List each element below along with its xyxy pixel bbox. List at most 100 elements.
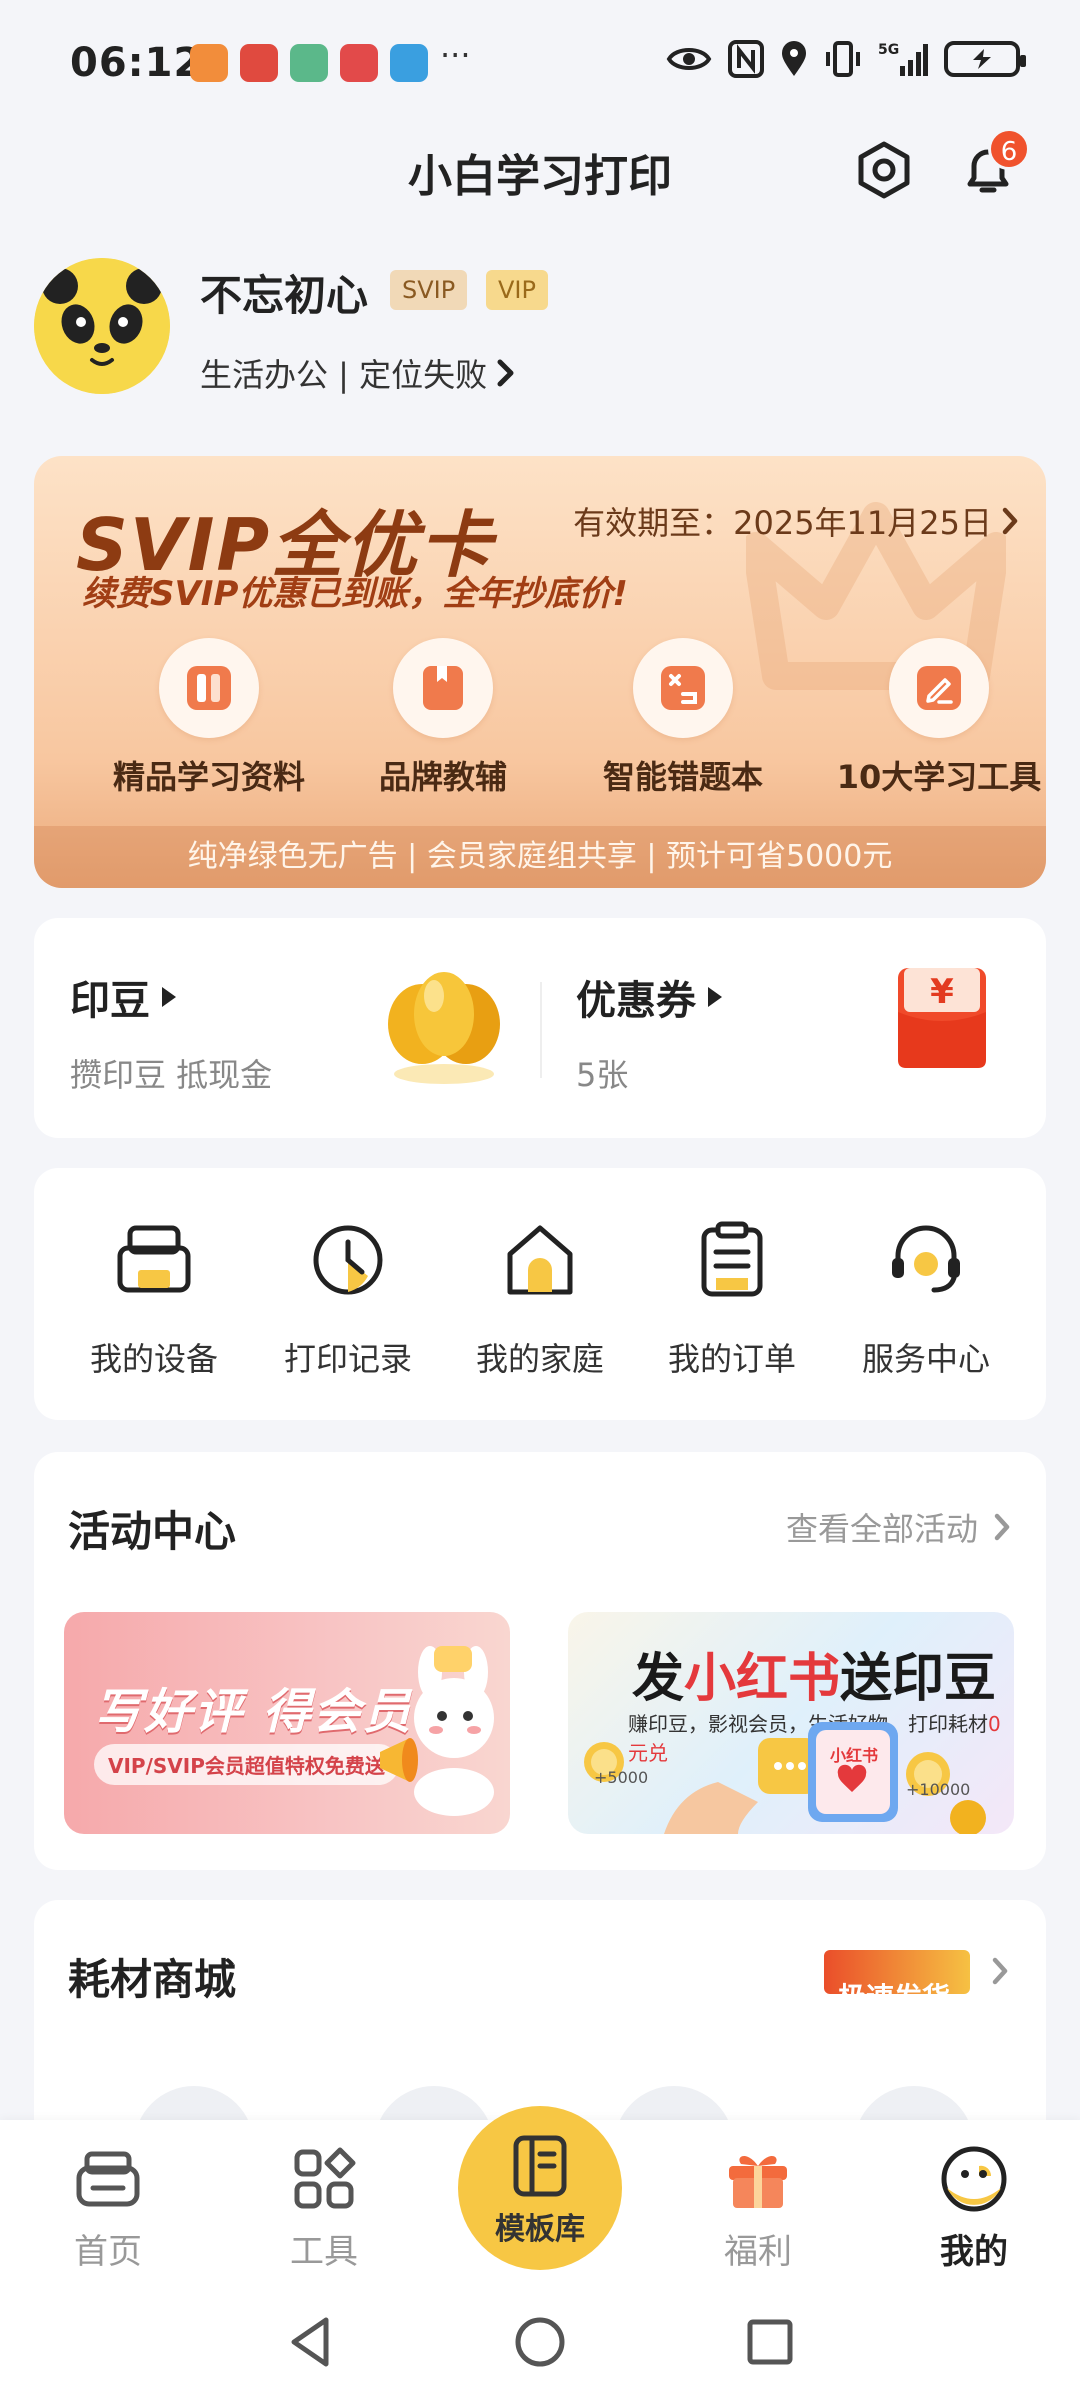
svip-expiry-link[interactable]: 有效期至：2025年11月25日: [573, 498, 1020, 544]
home-circle-icon[interactable]: [512, 2314, 568, 2370]
shop-title: 耗材商城: [68, 1955, 237, 2004]
wrong-question-icon: [661, 666, 705, 710]
feature-label: 10大学习工具: [836, 758, 1042, 796]
nav-label: 福利: [724, 2232, 792, 2272]
profile-location-link[interactable]: 生活办公 | 定位失败: [200, 350, 517, 396]
beans-title: 印豆: [70, 978, 150, 1024]
xiaohongshu-banner-title: 发小红书送印豆: [632, 1636, 996, 1711]
nav-label: 首页: [74, 2232, 142, 2272]
feature-label: 精品学习资料: [112, 758, 305, 796]
nav-tools[interactable]: 工具: [244, 2144, 404, 2273]
nav-label: 工具: [290, 2232, 358, 2272]
nav-label: 模板库: [495, 2212, 585, 2247]
quick-my-device[interactable]: 我的设备: [54, 1220, 254, 1380]
avatar[interactable]: [34, 258, 170, 394]
status-time: 06:12: [70, 40, 203, 86]
quick-service-center[interactable]: 服务中心: [826, 1220, 1026, 1380]
triangle-right-icon: [708, 987, 722, 1007]
quick-label: 服务中心: [861, 1340, 990, 1378]
settings-button[interactable]: [852, 138, 916, 202]
beans-link[interactable]: 印豆: [70, 968, 176, 1026]
feature-wrong-questions[interactable]: 智能错题本: [578, 638, 788, 798]
eye-icon: [666, 48, 712, 70]
printer-icon: [117, 1225, 191, 1293]
quick-print-records[interactable]: 打印记录: [248, 1220, 448, 1380]
status-app-icons: [190, 44, 428, 82]
quick-actions-card: 我的设备 打印记录 我的家庭 我的订单 服务中心: [34, 1168, 1046, 1420]
gift-icon: [729, 2155, 787, 2208]
feature-icon-wrap: [633, 638, 733, 738]
feature-study-materials[interactable]: 精品学习资料: [104, 638, 314, 798]
svip-card[interactable]: SVIP全优卡 有效期至：2025年11月25日 续费SVIP优惠已到账，全年抄…: [34, 456, 1046, 888]
nav-label: 我的: [940, 2232, 1008, 2272]
app-notification-icon: [240, 44, 278, 82]
printer-nav-icon: [76, 2151, 140, 2207]
coupons-count: 5张: [576, 1056, 629, 1094]
beans-subtitle: 攒印豆 抵现金: [70, 1056, 273, 1094]
vip-badge: VIP: [486, 270, 548, 310]
chevron-right-icon: [1002, 507, 1018, 535]
coupon-symbol: ¥: [930, 972, 954, 1012]
triangle-right-icon: [162, 987, 176, 1007]
phone-app-label: 小红书: [830, 1746, 879, 1765]
system-navigation-bar: [0, 2280, 1080, 2398]
svip-expiry: 有效期至：2025年11月25日: [573, 504, 992, 542]
banner-title-highlight: 小红书: [684, 1649, 841, 1709]
status-bar: 06:12 ··· 5G: [0, 0, 1080, 130]
coupons-title: 优惠券: [576, 978, 696, 1024]
notification-count-badge: 6: [988, 128, 1030, 170]
recents-square-icon[interactable]: [744, 2316, 796, 2368]
xiaohongshu-banner[interactable]: 发小红书送印豆 赚印豆，影视会员，生活好物，打印耗材0元兑 +5000 +100…: [568, 1612, 1014, 1834]
nav-mine[interactable]: 我的: [894, 2144, 1054, 2273]
banner-title-part: 发: [632, 1649, 685, 1709]
app-notification-icon: [290, 44, 328, 82]
clipboard-icon: [701, 1221, 763, 1297]
feature-learning-tools[interactable]: 10大学习工具: [834, 638, 1044, 798]
chevron-right-icon[interactable]: [990, 1956, 1010, 1986]
coupons-link[interactable]: 优惠券: [576, 968, 722, 1026]
nfc-icon: [728, 40, 764, 78]
page-title: 小白学习打印: [408, 151, 672, 202]
quick-label: 我的家庭: [475, 1340, 604, 1378]
feature-icon-wrap: [393, 638, 493, 738]
feature-label: 品牌教辅: [378, 758, 507, 796]
edit-icon: [917, 666, 961, 710]
profile-subtitle: 生活办公 | 定位失败: [200, 356, 488, 394]
svip-badge: SVIP: [390, 270, 468, 310]
banner-title-part: 送印豆: [840, 1649, 997, 1709]
app-notification-icon: [340, 44, 378, 82]
quick-label: 打印记录: [283, 1340, 412, 1378]
feature-icon-wrap: [159, 638, 259, 738]
feature-icon-wrap: [889, 638, 989, 738]
back-triangle-icon[interactable]: [284, 2314, 336, 2370]
gold-bean-icon: [388, 972, 500, 1084]
svip-footer: 纯净绿色无广告 | 会员家庭组共享 | 预计可省5000元: [34, 826, 1046, 888]
svip-features: 精品学习资料 品牌教辅 智能错题本 10大学习工具: [34, 638, 1046, 796]
profile-face-icon: [941, 2146, 1007, 2212]
quick-my-family[interactable]: 我的家庭: [440, 1220, 640, 1380]
chevron-right-icon: [994, 1513, 1010, 1541]
wallet-card: 印豆 攒印豆 抵现金 优惠券 5张 ¥: [34, 918, 1046, 1138]
grid-icon: [294, 2147, 356, 2209]
svip-slogan: 续费SVIP优惠已到账，全年抄底价!: [82, 574, 628, 614]
mascot-megaphone-icon: [380, 1646, 494, 1816]
quick-label: 我的订单: [667, 1340, 796, 1378]
red-envelope-icon: ¥: [890, 960, 994, 1076]
feature-label: 智能错题本: [602, 758, 763, 796]
view-all-label: 查看全部活动: [785, 1510, 978, 1548]
nav-templates[interactable]: 模板库: [458, 2106, 622, 2270]
review-banner[interactable]: 写好评 得会员 VIP/SVIP会员超值特权免费送: [64, 1612, 510, 1834]
view-all-activities-link[interactable]: 查看全部活动: [786, 1504, 1012, 1550]
clock-icon: [313, 1225, 383, 1295]
settings-hexagon-icon: [858, 141, 910, 199]
shop-tag-text: 极速发货: [838, 1976, 950, 1994]
home-icon: [507, 1225, 573, 1295]
feature-brand-guides[interactable]: 品牌教辅: [338, 638, 548, 798]
activity-title: 活动中心: [68, 1507, 237, 1556]
nav-home[interactable]: 首页: [28, 2144, 188, 2273]
book-icon: [187, 666, 231, 710]
app-notification-icon: [190, 44, 228, 82]
quick-my-orders[interactable]: 我的订单: [632, 1220, 832, 1380]
activity-center-card: 活动中心 查看全部活动 写好评 得会员 VIP/SVIP会员超值特权免费送 发小…: [34, 1452, 1046, 1870]
nav-benefits[interactable]: 福利: [678, 2144, 838, 2273]
